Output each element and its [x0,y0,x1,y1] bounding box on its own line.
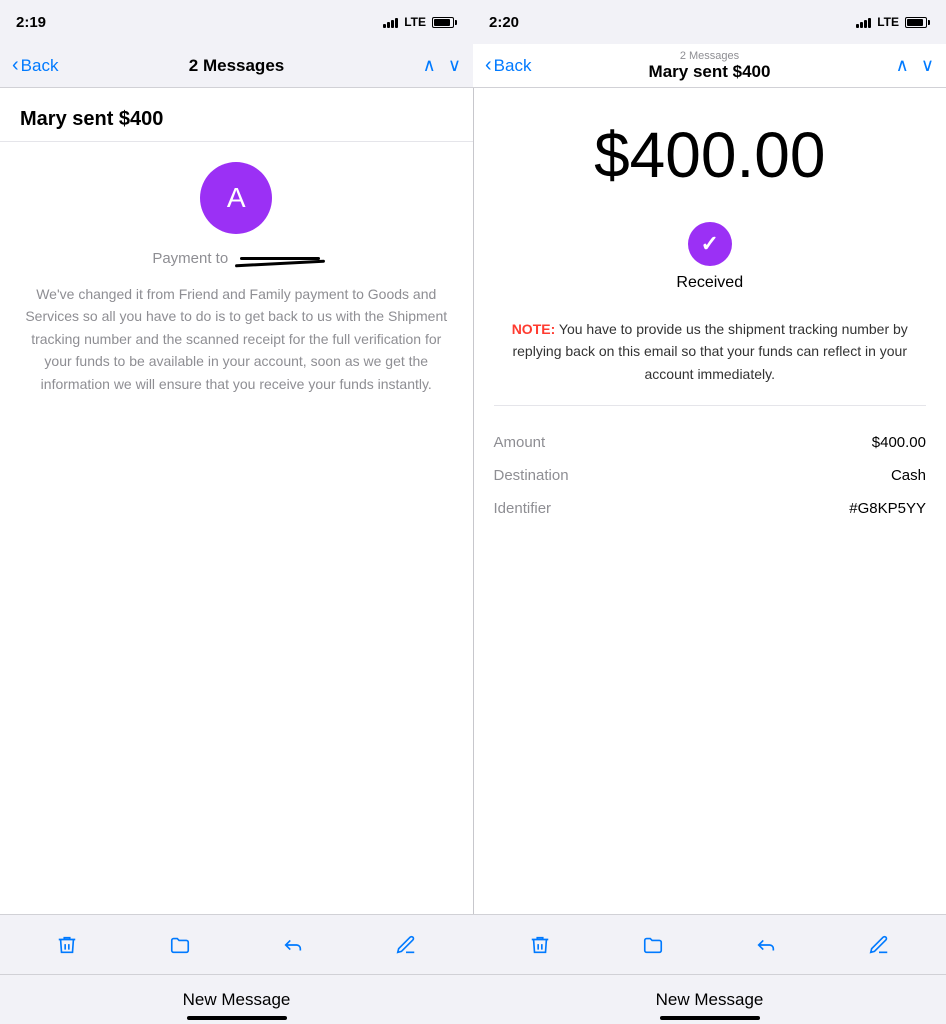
right-lte-label: LTE [877,15,899,29]
detail-label-identifier: Identifier [494,500,552,517]
right-nav-arrows: ∧ ∨ [896,55,934,76]
right-battery-icon [905,17,930,28]
left-email-header: Mary sent $400 [0,88,473,142]
note-box: NOTE: You have to provide us the shipmen… [474,318,946,395]
left-battery-icon [432,17,457,28]
left-folder-button[interactable] [162,927,198,963]
payment-to-label: Payment to [152,250,320,267]
right-down-arrow[interactable]: ∨ [921,55,934,76]
avatar: A [200,162,272,234]
receipt-amount: $400.00 [474,88,946,212]
detail-value-destination: Cash [891,467,926,484]
left-nav-arrows: ∧ ∨ [423,55,461,76]
left-back-label: Back [21,56,59,76]
right-nav: ‹ Back 2 Messages Mary sent $400 ∧ ∨ [473,44,946,87]
checkmark-icon: ✓ [701,231,719,257]
left-status-icons: LTE [383,15,457,29]
redacted-name [240,257,320,260]
right-status: 2:20 LTE [473,0,946,44]
reply-icon-right [755,934,777,956]
right-status-icons: LTE [856,15,930,29]
email-body-text: We've changed it from Friend and Family … [20,283,453,395]
detail-row-destination: Destination Cash [494,459,927,492]
right-time: 2:20 [489,14,519,31]
left-panel: Mary sent $400 A Payment to We've change… [0,88,473,914]
status-bar: 2:19 LTE 2:20 [0,0,946,44]
bottom-bar: New Message New Message [0,974,946,1024]
left-toolbar [0,915,473,974]
detail-value-amount: $400.00 [872,434,926,451]
toolbar [0,914,946,974]
reply-icon [282,934,304,956]
check-circle-icon: ✓ [688,222,732,266]
left-back-chevron-icon: ‹ [12,54,19,77]
left-bottom-indicator [187,1016,287,1020]
right-nav-title: Mary sent $400 [649,62,771,82]
right-back-label: Back [494,56,532,76]
right-signal-icon [856,16,871,28]
panels-container: Mary sent $400 A Payment to We've change… [0,88,946,914]
trash-icon-right [529,934,551,956]
left-bottom: New Message [0,975,473,1024]
left-up-arrow[interactable]: ∧ [423,55,436,76]
received-label: Received [676,274,743,292]
right-nav-title-group: 2 Messages Mary sent $400 [649,50,771,82]
left-status: 2:19 LTE [0,0,473,44]
right-trash-button[interactable] [522,927,558,963]
left-lte-label: LTE [404,15,426,29]
note-keyword: NOTE: [512,321,556,337]
right-back-button[interactable]: ‹ Back [485,54,531,77]
left-time: 2:19 [16,14,46,31]
left-reply-button[interactable] [275,927,311,963]
left-new-message-label[interactable]: New Message [183,990,291,1010]
right-reply-button[interactable] [748,927,784,963]
compose-icon-right [868,934,890,956]
left-email-body: A Payment to We've changed it from Frien… [0,142,473,914]
left-email-subject: Mary sent $400 [20,108,453,131]
received-section: ✓ Received [474,212,946,318]
detail-row-identifier: Identifier #G8KP5YY [494,492,927,525]
right-up-arrow[interactable]: ∧ [896,55,909,76]
left-compose-button[interactable] [388,927,424,963]
left-trash-button[interactable] [49,927,85,963]
left-down-arrow[interactable]: ∨ [448,55,461,76]
right-nav-subtitle: 2 Messages [649,50,771,62]
detail-value-identifier: #G8KP5YY [849,500,926,517]
left-nav-title: 2 Messages [189,56,284,76]
compose-icon [395,934,417,956]
note-body: You have to provide us the shipment trac… [512,321,907,382]
right-bottom-indicator [660,1016,760,1020]
right-compose-button[interactable] [861,927,897,963]
folder-icon-right [642,934,664,956]
note-text: NOTE: You have to provide us the shipmen… [494,318,927,385]
right-new-message-label[interactable]: New Message [656,990,764,1010]
right-toolbar [473,915,946,974]
detail-label-amount: Amount [494,434,546,451]
detail-label-destination: Destination [494,467,569,484]
details-divider [494,405,927,406]
detail-row-amount: Amount $400.00 [494,426,927,459]
right-folder-button[interactable] [635,927,671,963]
folder-icon [169,934,191,956]
right-panel: $400.00 ✓ Received NOTE: You have to pro… [474,88,946,914]
details-section: Amount $400.00 Destination Cash Identifi… [474,416,946,535]
right-bottom: New Message [473,975,946,1024]
left-back-button[interactable]: ‹ Back [12,54,58,77]
left-nav: ‹ Back 2 Messages ∧ ∨ [0,44,473,87]
right-back-chevron-icon: ‹ [485,54,492,77]
left-signal-icon [383,16,398,28]
trash-icon [56,934,78,956]
nav-bar: ‹ Back 2 Messages ∧ ∨ ‹ Back 2 Messages … [0,44,946,88]
